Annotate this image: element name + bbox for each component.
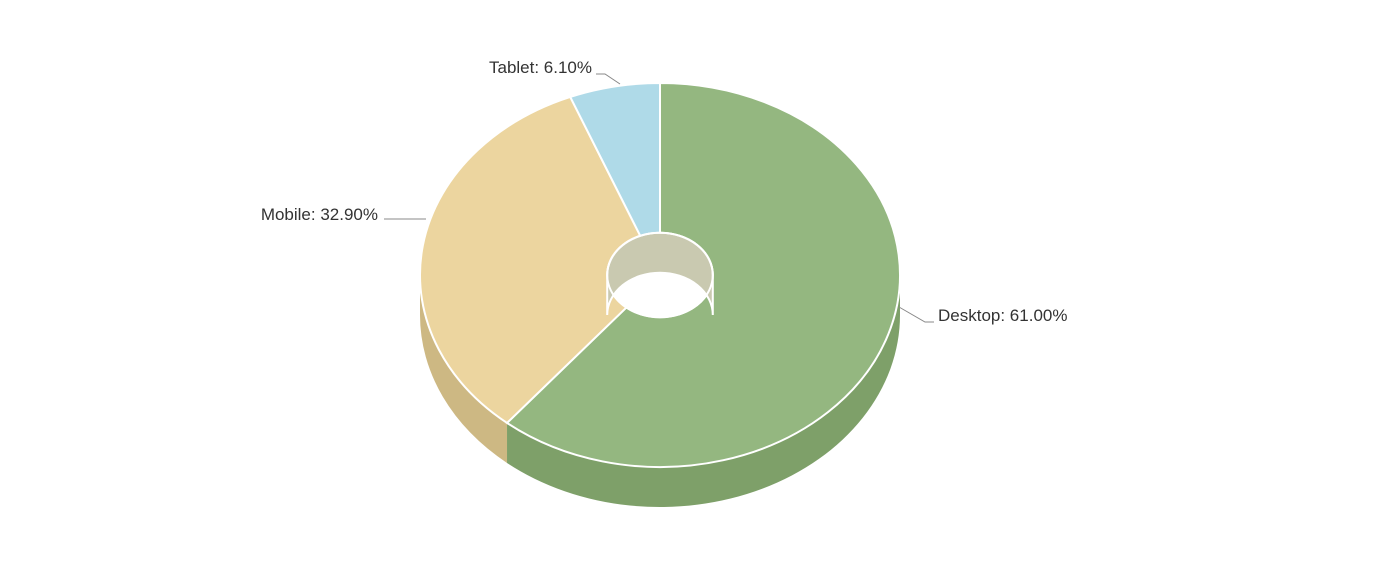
- chart-canvas: [0, 0, 1400, 582]
- leader-line-desktop: [899, 307, 934, 322]
- leader-line-tablet: [596, 74, 620, 84]
- donut-3d-chart: Desktop: 61.00% Mobile: 32.90% Tablet: 6…: [0, 0, 1400, 582]
